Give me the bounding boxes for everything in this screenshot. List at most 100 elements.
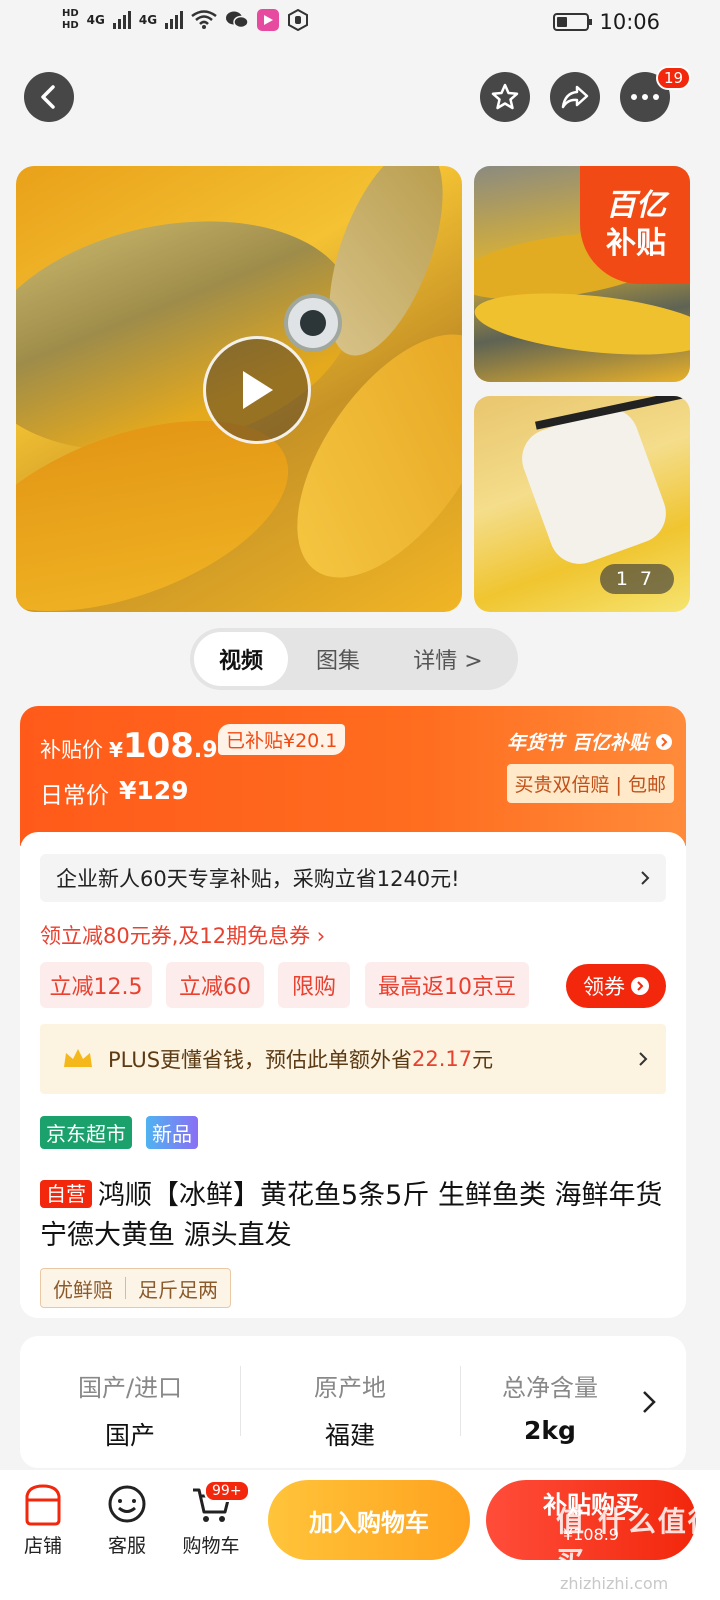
signal-icon-2 <box>165 11 184 29</box>
self-operated-tag: 自营 <box>40 1180 92 1208</box>
back-button[interactable] <box>24 72 74 122</box>
plus-unit: 元 <box>472 1048 494 1072</box>
watermark-url: zhizhizhi.com <box>560 1574 669 1593</box>
battery-icon <box>553 13 593 31</box>
coupon-link[interactable]: 领立减80元券,及12期免息券 › <box>40 920 325 950</box>
pager-current: 1 <box>615 568 634 590</box>
subsidy-price-int: 108 <box>122 726 194 766</box>
tab-gallery[interactable]: 图集 <box>288 632 388 686</box>
subsidized-amount-tag: 已补贴¥20.1 <box>218 724 346 755</box>
promo-pill-3[interactable]: 限购 <box>278 962 350 1008</box>
attribute-value: 2kg <box>524 1416 576 1445</box>
main-product-image[interactable] <box>16 166 462 612</box>
chevron-right-icon <box>639 1052 648 1066</box>
attribute-value: 福建 <box>324 1421 375 1450</box>
notification-badge: 19 <box>656 66 692 90</box>
watermark: 值 什么值得买 <box>556 1505 718 1578</box>
guarantee-tag: 买贵双倍赔 | 包邮 <box>506 764 674 803</box>
status-bar: HD HD 4G 4G 10:06 <box>0 0 720 50</box>
enterprise-banner[interactable]: 企业新人60天专享补贴，采购立省1240元! <box>40 854 666 902</box>
pager-total: 7 <box>639 568 658 590</box>
tab-details[interactable]: 详情 > <box>388 632 508 686</box>
hd-label-1: HD <box>62 8 79 19</box>
media-tabs: 视频 图集 详情 > <box>190 628 518 690</box>
get-coupon-button[interactable]: 领券 <box>566 964 666 1008</box>
subsidy-price-label: 补贴价 <box>40 738 103 762</box>
service-tags[interactable]: 优鲜赔 足斤足两 <box>40 1268 231 1308</box>
festival-tag: 年货节 <box>506 732 564 754</box>
attribute-key: 国产/进口 <box>77 1374 183 1402</box>
network-type-2: 4G <box>138 13 158 27</box>
promo-pill-4[interactable]: 最高返10京豆 <box>365 962 529 1008</box>
clock: 10:06 <box>599 10 660 34</box>
cart-count-badge: 99+ <box>204 1480 250 1502</box>
subsidy-corner-tag: 百亿 补贴 <box>580 166 690 284</box>
wechat-icon <box>226 11 249 29</box>
plus-amount: 22.17 <box>412 1047 473 1071</box>
gallery-pager: 17 <box>599 564 674 594</box>
signal-icon <box>112 11 131 29</box>
customer-service-button[interactable]: 客服 <box>92 1482 162 1558</box>
subsidy-price-dec: .9 <box>193 738 218 763</box>
tab-video[interactable]: 视频 <box>194 632 288 686</box>
attribute-origin: 原产地 福建 <box>240 1336 460 1468</box>
cart-label: 购物车 <box>182 1535 240 1557</box>
crown-icon <box>64 1049 92 1067</box>
add-to-cart-button[interactable]: 加入购物车 <box>268 1480 470 1560</box>
product-page: HD HD 4G 4G 10:06 19 百亿 补贴 1 7 视频 图集 详情 … <box>0 0 720 1600</box>
service-label: 客服 <box>107 1535 146 1557</box>
chevron-right-icon <box>641 871 650 885</box>
store-icon <box>25 1484 61 1526</box>
chat-smile-icon <box>108 1485 146 1523</box>
campaign-link[interactable]: 年货节 百亿补贴 <box>507 728 672 755</box>
hd-label-2: HD <box>62 20 79 31</box>
plus-banner[interactable]: PLUS更懂省钱，预估此单额外省 22.17 元 <box>40 1024 666 1094</box>
shield-hand-icon <box>288 9 309 31</box>
fish-pupil <box>300 310 326 336</box>
get-coupon-label: 领券 <box>583 975 625 999</box>
play-video-button[interactable] <box>203 336 311 444</box>
video-app-icon <box>257 9 280 31</box>
thumbnail-image-1[interactable]: 百亿 补贴 <box>474 166 690 382</box>
enterprise-banner-text: 企业新人60天专享补贴，采购立省1240元! <box>56 867 460 891</box>
subsidy-tag-line2: 补贴 <box>606 226 666 261</box>
bottom-action-bar: 店铺 客服 购物车 99+ 加入购物车 补贴购买 ¥108.9 值 什么值得买 … <box>0 1470 720 1600</box>
daily-price-label: 日常价 <box>40 783 109 809</box>
share-button[interactable] <box>550 72 600 122</box>
store-tag: 京东超市 <box>40 1116 132 1149</box>
share-icon <box>561 85 589 109</box>
star-icon <box>491 83 519 110</box>
shop-button[interactable]: 店铺 <box>8 1482 78 1558</box>
price-card: 补贴价 ¥ 108 .9 已补贴¥20.1 日常价 ¥129 年货节 百亿补贴 … <box>20 706 686 1318</box>
chevron-right-circle-icon <box>656 733 672 750</box>
service-tag-1: 优鲜赔 <box>53 1277 113 1302</box>
daily-price: ¥129 <box>119 776 189 805</box>
more-dots-icon <box>631 94 659 100</box>
chevron-right-icon <box>643 1391 656 1413</box>
service-tag-2: 足斤足两 <box>138 1277 218 1302</box>
product-title: 自营 鸿顺【冰鲜】黄花鱼5条5斤 生鲜鱼类 海鲜年货 宁德大黄鱼 源头直发 <box>40 1174 666 1256</box>
promo-pill-1[interactable]: 立减12.5 <box>40 962 152 1008</box>
attributes-card[interactable]: 国产/进口 国产 原产地 福建 总净含量 2kg <box>20 1336 686 1468</box>
chevron-left-icon <box>41 85 55 109</box>
attribute-origin-type: 国产/进口 国产 <box>20 1336 240 1468</box>
favorite-button[interactable] <box>480 72 530 122</box>
chevron-right-circle-icon <box>631 977 649 995</box>
promo-section: 企业新人60天专享补贴，采购立省1240元! 领立减80元券,及12期免息券 ›… <box>20 832 686 1318</box>
fish-shape <box>474 283 690 365</box>
promo-pill-2[interactable]: 立减60 <box>166 962 264 1008</box>
attribute-value: 国产 <box>104 1421 155 1450</box>
plus-text: PLUS更懂省钱，预估此单额外省 <box>108 1048 413 1072</box>
currency-symbol: ¥ <box>109 738 123 762</box>
network-type-1: 4G <box>86 13 105 27</box>
new-tag: 新品 <box>146 1116 198 1149</box>
play-icon <box>243 371 273 409</box>
hd-indicator: HD HD <box>62 8 79 32</box>
attribute-key: 总净含量 <box>502 1374 598 1402</box>
attribute-net-weight: 总净含量 2kg <box>460 1336 640 1468</box>
shop-label: 店铺 <box>23 1535 62 1557</box>
wifi-icon <box>191 10 217 29</box>
attribute-key: 原产地 <box>314 1374 386 1402</box>
campaign-tag: 百亿补贴 <box>571 732 648 754</box>
thumbnail-image-2[interactable]: 17 <box>474 396 690 612</box>
